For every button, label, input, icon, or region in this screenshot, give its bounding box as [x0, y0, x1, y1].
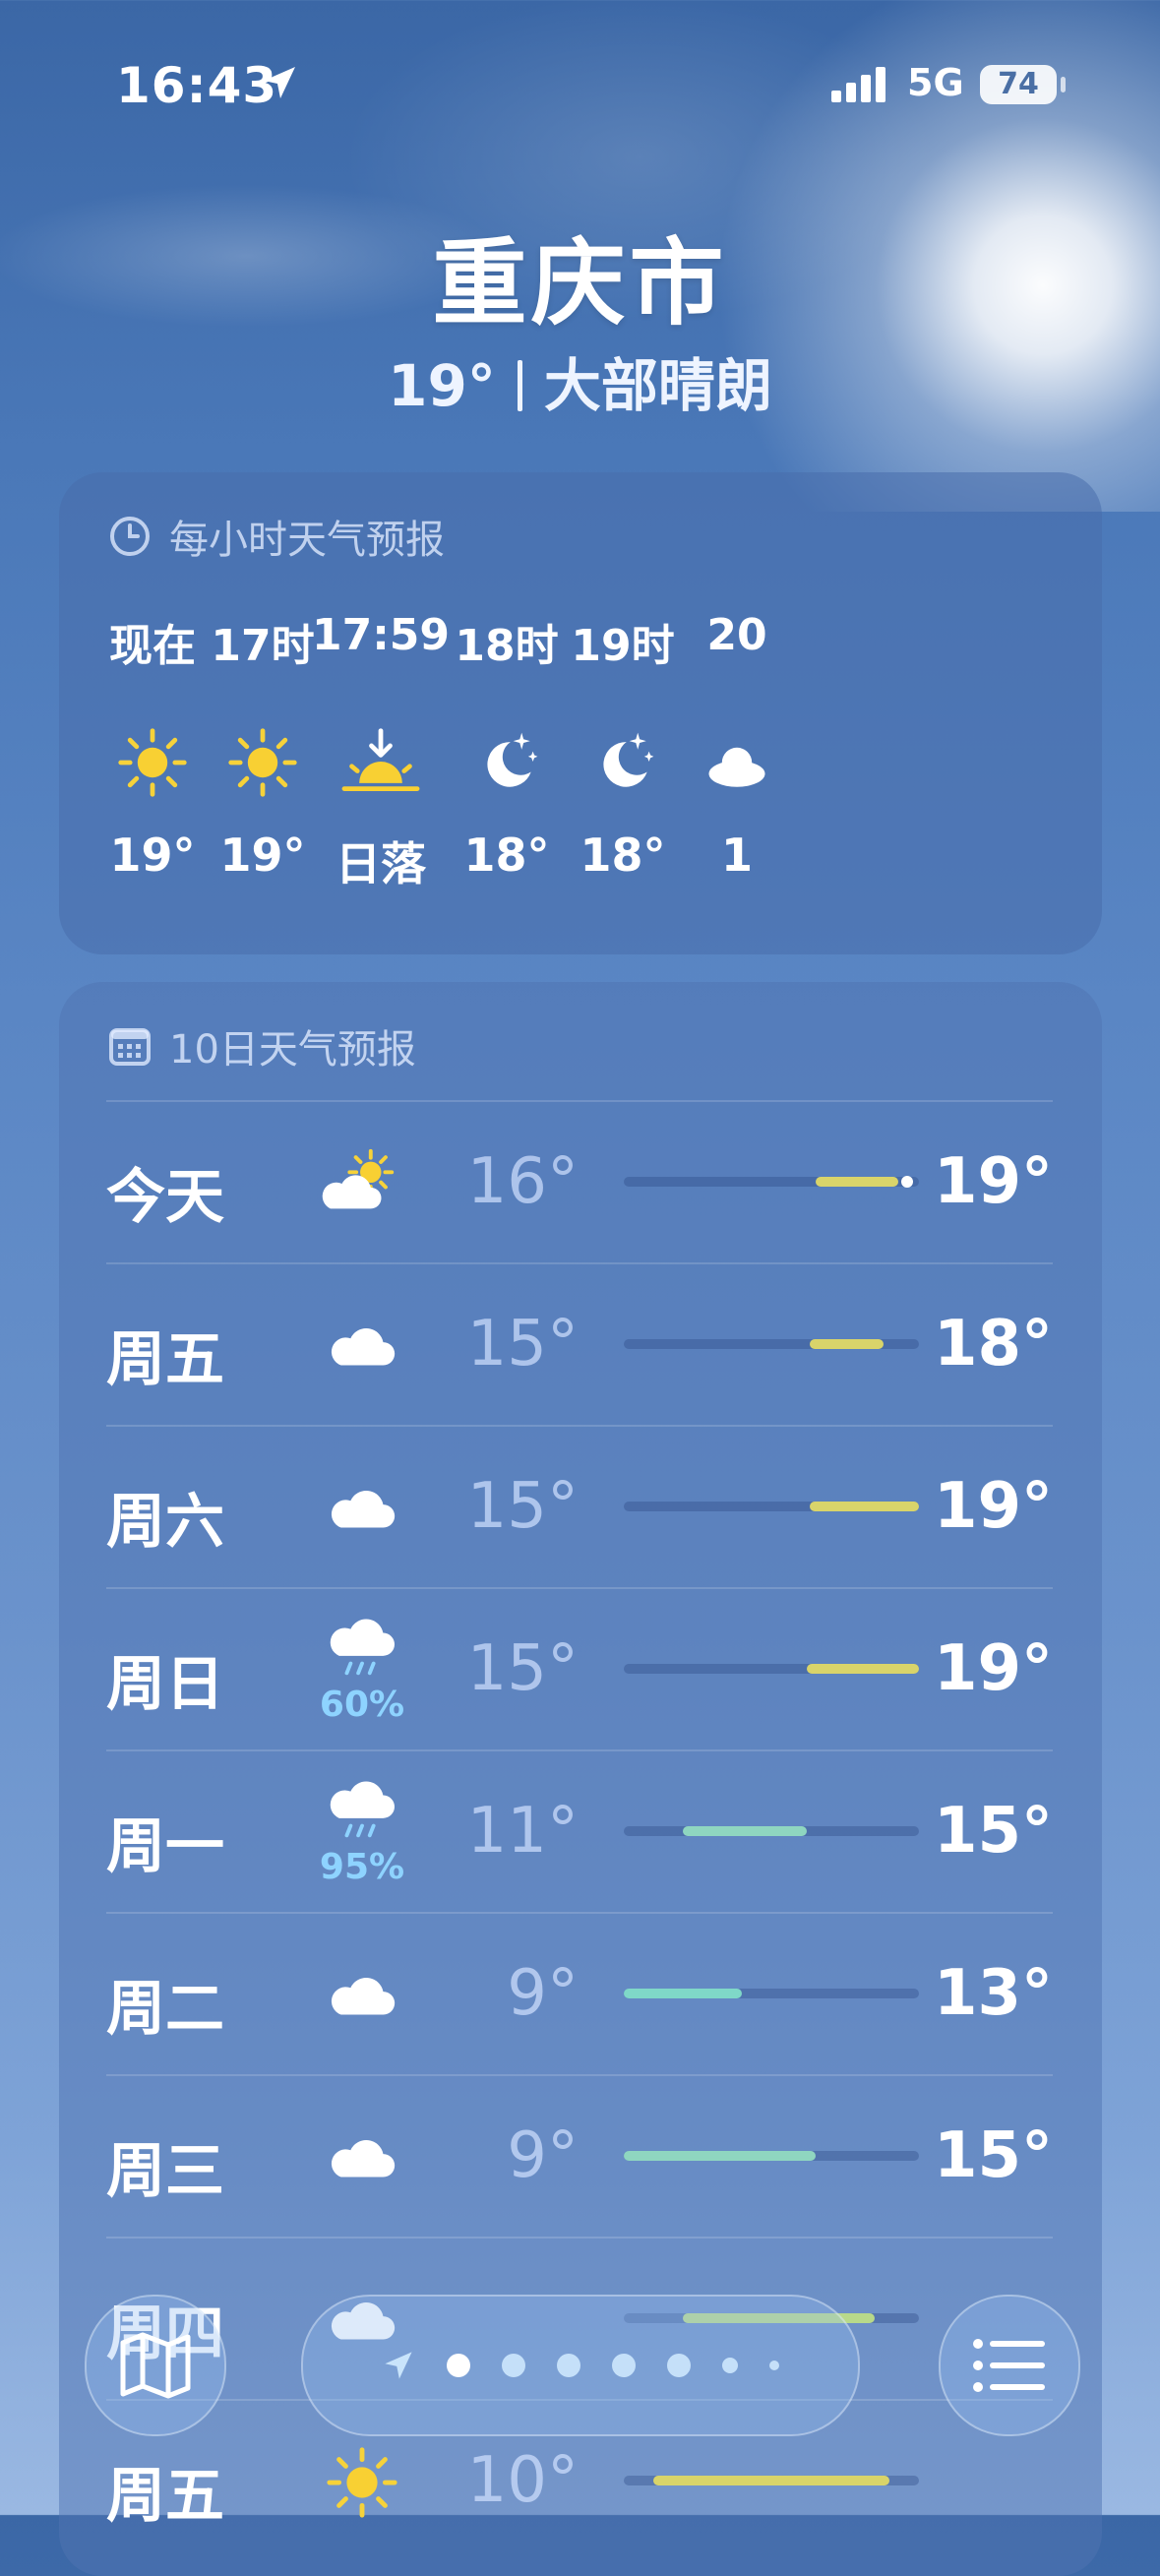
low-temp: 16° — [466, 1145, 579, 1218]
low-temp: 15° — [466, 1308, 579, 1380]
city-name: 重庆市 — [432, 228, 728, 338]
day-label: 周三 — [106, 2137, 224, 2206]
list-button[interactable] — [939, 2295, 1080, 2436]
high-temp: 18° — [933, 1308, 1053, 1380]
low-temp: 15° — [466, 1632, 579, 1705]
temp-range-fill — [624, 1989, 742, 1998]
temp-range-bar — [624, 1176, 919, 1188]
temp-range-fill — [683, 1826, 807, 1836]
signal-icon — [831, 67, 885, 102]
hourly-item: 20 1 — [663, 610, 811, 882]
daily-title: 10日天气预报 — [169, 1027, 416, 1073]
current-temp: 19° — [388, 352, 496, 419]
day-label: 周日 — [106, 1650, 224, 1719]
row-divider — [106, 1425, 1053, 1427]
location-arrow-icon — [264, 67, 295, 98]
page-dot[interactable] — [612, 2354, 636, 2377]
day-label: 今天 — [106, 1163, 224, 1232]
sun-icon — [118, 728, 187, 797]
daily-row[interactable]: 今天 16° 19° — [106, 1100, 1053, 1262]
page-indicator[interactable] — [301, 2295, 860, 2436]
high-temp: 19° — [933, 1470, 1053, 1543]
temp-range-bar — [624, 1989, 919, 1998]
row-divider — [106, 2237, 1053, 2239]
status-bar: 16:43 5G 74 — [0, 0, 1160, 167]
battery-icon: 74 — [980, 65, 1057, 104]
map-button[interactable] — [85, 2295, 226, 2436]
low-temp: 15° — [466, 1470, 579, 1543]
current-condition: 大部晴朗 — [543, 352, 772, 419]
status-time: 16:43 — [116, 57, 278, 114]
high-temp: 15° — [933, 2119, 1053, 2192]
row-divider — [106, 1262, 1053, 1264]
daily-row[interactable]: 周日 60% 15° 19° — [106, 1587, 1053, 1749]
hour-temp: 1 — [720, 828, 753, 882]
day-label: 周六 — [106, 1488, 224, 1557]
daily-row[interactable]: 周五 15° 18° — [106, 1262, 1053, 1425]
temp-range-bar — [624, 1664, 919, 1674]
row-divider — [106, 1749, 1053, 1751]
day-label: 周一 — [106, 1812, 224, 1881]
temp-range-bar — [624, 1826, 919, 1836]
temp-range-fill — [810, 1502, 919, 1511]
temp-range-fill — [816, 1177, 898, 1187]
row-divider — [106, 1100, 1053, 1102]
current-conditions: 19° 大部晴朗 — [0, 339, 1160, 422]
daily-row[interactable]: 周一 95% 11° 15° — [106, 1749, 1053, 1912]
daily-header: 10日天气预报 — [108, 1017, 416, 1074]
hourly-header: 每小时天气预报 — [108, 508, 445, 565]
temp-range-bar — [624, 1339, 919, 1349]
sunset-icon — [341, 728, 420, 791]
clock-icon — [110, 517, 150, 556]
row-divider — [106, 1587, 1053, 1589]
list-icon — [973, 2339, 1045, 2392]
temp-range-fill — [624, 2151, 816, 2161]
temp-range-bar — [624, 1502, 919, 1511]
separator — [517, 360, 522, 411]
temp-range-fill — [807, 1664, 919, 1674]
high-temp: 19° — [933, 1632, 1053, 1705]
day-label: 周五 — [106, 1325, 224, 1394]
low-temp: 11° — [466, 1795, 579, 1868]
daily-row[interactable]: 周六 15° 19° — [106, 1425, 1053, 1587]
network-label: 5G — [907, 61, 964, 104]
hour-icon-wrap — [663, 708, 811, 817]
battery-tip — [1061, 77, 1066, 92]
page-dot[interactable] — [667, 2354, 691, 2377]
hourly-forecast-card[interactable]: 每小时天气预报 现在 19° 17时 19° 17:59 日落 18时 18° 19时 … — [59, 472, 1102, 954]
temp-range-bar — [624, 2151, 919, 2161]
hour-label: 20 — [706, 610, 767, 660]
temp-range-fill — [810, 1339, 884, 1349]
daily-row[interactable]: 周二 9° 13° — [106, 1912, 1053, 2074]
page-dot[interactable] — [557, 2354, 580, 2377]
high-temp: 15° — [933, 1795, 1053, 1868]
moon-cloud-icon — [708, 747, 765, 787]
hourly-title: 每小时天气预报 — [169, 518, 445, 563]
location-arrow-icon — [385, 2352, 412, 2379]
current-temp-dot — [901, 1176, 913, 1188]
moon-stars-icon — [487, 732, 538, 787]
row-divider — [106, 2074, 1053, 2076]
high-temp: 19° — [933, 1145, 1053, 1218]
page-dot[interactable] — [502, 2354, 525, 2377]
page-dot[interactable] — [447, 2354, 470, 2377]
daily-row[interactable]: 周三 9° 15° — [106, 2074, 1053, 2237]
day-label: 周二 — [106, 1975, 224, 2044]
moon-stars-icon — [603, 732, 654, 787]
low-temp: 9° — [507, 1957, 579, 2030]
high-temp: 13° — [933, 1957, 1053, 2030]
bottom-toolbar — [0, 2273, 1160, 2515]
page-dot[interactable] — [769, 2361, 779, 2370]
map-icon — [120, 2332, 191, 2399]
low-temp: 9° — [507, 2119, 579, 2192]
sun-icon — [228, 728, 297, 797]
row-divider — [106, 1912, 1053, 1914]
calendar-icon — [109, 1028, 151, 1066]
page-dot[interactable] — [722, 2358, 738, 2373]
